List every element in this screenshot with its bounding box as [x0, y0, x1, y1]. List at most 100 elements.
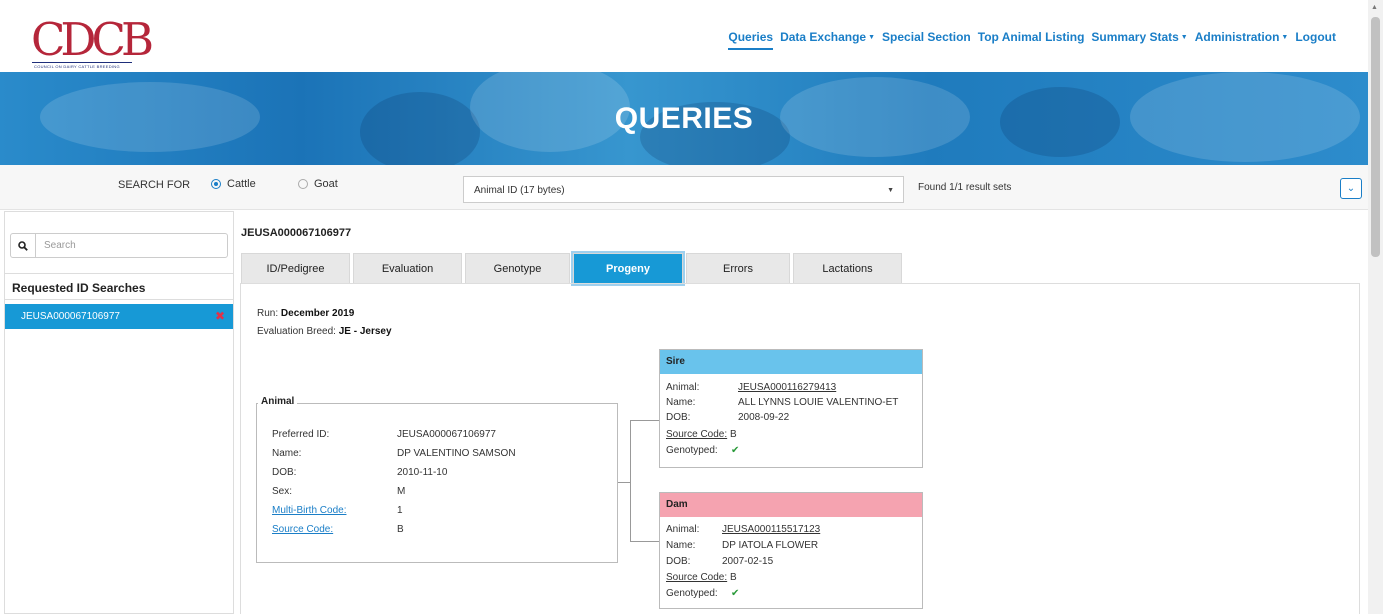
animal-id-heading: JEUSA000067106977	[241, 227, 352, 239]
tab-genotype[interactable]: Genotype	[465, 253, 570, 284]
check-icon: ✔	[731, 445, 740, 456]
id-type-value: Animal ID (17 bytes)	[474, 185, 565, 196]
tab-label: Genotype	[493, 263, 542, 275]
close-icon[interactable]: ✖	[215, 309, 225, 323]
scroll-up-icon[interactable]: ▲	[1371, 4, 1378, 11]
source-code-link[interactable]: Source Code:	[272, 524, 333, 535]
nav-administration[interactable]: Administration ▼	[1195, 30, 1289, 50]
sire-header: Sire	[660, 350, 922, 374]
dam-dob: 2007-02-15	[722, 556, 774, 567]
tab-progeny[interactable]: Progeny	[573, 253, 683, 284]
run-value: December 2019	[280, 308, 355, 319]
search-placeholder: Search	[44, 240, 76, 251]
animal-legend: Animal	[258, 396, 298, 407]
nav-queries-label: Queries	[728, 30, 774, 44]
nav-logout[interactable]: Logout	[1295, 30, 1336, 50]
field-value: DP VALENTINO SAMSON	[397, 448, 516, 459]
radio-goat[interactable]: Goat	[298, 178, 338, 190]
caret-down-icon: ▼	[868, 34, 876, 41]
breed-label: Evaluation Breed:	[257, 326, 336, 337]
pedigree-connector	[630, 420, 631, 542]
run-label: Run:	[257, 308, 279, 319]
nav-logout-label: Logout	[1295, 30, 1336, 44]
nav-top-animal-listing[interactable]: Top Animal Listing	[978, 30, 1085, 50]
pedigree-connector	[618, 482, 630, 483]
animal-panel	[256, 403, 618, 563]
id-type-select[interactable]: Animal ID (17 bytes) ▼	[463, 176, 904, 203]
tab-label: Progeny	[605, 263, 650, 275]
requested-search-label: JEUSA000067106977	[21, 311, 120, 322]
field-label: Animal:	[666, 382, 700, 393]
result-count: Found 1/1 result sets	[918, 182, 1012, 193]
main-nav: Queries Data Exchange ▼ Special Section T…	[728, 30, 1336, 50]
nav-administration-label: Administration	[1194, 30, 1280, 44]
field-label: DOB:	[272, 467, 297, 478]
dam-header: Dam	[660, 493, 922, 517]
nav-summary-stats-label: Summary Stats	[1091, 30, 1179, 44]
page-banner: QUERIES	[0, 72, 1368, 165]
nav-top-animal-listing-label: Top Animal Listing	[977, 30, 1085, 44]
tab-label: ID/Pedigree	[266, 263, 325, 275]
logo-text: CDCB	[31, 13, 154, 66]
nav-summary-stats[interactable]: Summary Stats ▼	[1091, 30, 1187, 50]
check-icon: ✔	[731, 588, 740, 599]
breed-info: Evaluation Breed: JE - Jersey	[257, 326, 392, 337]
field-value: JEUSA000067106977	[397, 429, 496, 440]
radio-selected-icon	[211, 179, 221, 189]
caret-down-icon: ▼	[887, 187, 894, 194]
pedigree-connector	[630, 420, 659, 421]
nav-data-exchange[interactable]: Data Exchange ▼	[780, 30, 875, 50]
tab-evaluation[interactable]: Evaluation	[353, 253, 462, 284]
chevron-down-icon: ⌄	[1346, 183, 1356, 194]
scrollbar-thumb[interactable]	[1371, 17, 1380, 257]
search-for-label: SEARCH FOR	[118, 179, 191, 191]
page-title: QUERIES	[614, 102, 754, 135]
sire-name: ALL LYNNS LOUIE VALENTINO-ET	[738, 397, 899, 408]
collapse-button[interactable]: ⌄	[1340, 178, 1362, 199]
field-label: Preferred ID:	[272, 429, 330, 440]
field-label: Genotyped:	[666, 588, 718, 599]
page-scrollbar[interactable]: ▲	[1368, 0, 1383, 614]
nav-special-section-label: Special Section	[882, 30, 971, 44]
field-label: Animal:	[666, 524, 700, 535]
sire-id-link[interactable]: JEUSA000116279413	[738, 382, 836, 393]
field-label: Name:	[666, 397, 696, 408]
field-label: DOB:	[666, 412, 691, 423]
sire-dob: 2008-09-22	[738, 412, 790, 423]
nav-queries[interactable]: Queries	[728, 30, 774, 50]
field-value: B	[397, 524, 404, 535]
source-code-link[interactable]: Source Code:	[666, 429, 727, 440]
source-code-link[interactable]: Source Code:	[666, 572, 727, 583]
multi-birth-code-link[interactable]: Multi-Birth Code:	[272, 505, 346, 516]
nav-special-section[interactable]: Special Section	[882, 30, 971, 50]
logo-subtitle: COUNCIL ON DAIRY CATTLE BREEDING	[34, 64, 120, 69]
tab-label: Errors	[723, 263, 753, 275]
radio-goat-label: Goat	[314, 178, 338, 190]
dam-source-code: B	[730, 572, 737, 583]
tab-errors[interactable]: Errors	[686, 253, 790, 284]
pedigree-connector	[630, 541, 659, 542]
run-info: Run: December 2019	[257, 308, 354, 319]
field-label: Sex:	[272, 486, 293, 497]
cdcb-logo[interactable]: CDCB COUNCIL ON DAIRY CATTLE BREEDING	[4, 10, 164, 69]
breed-value: JE - Jersey	[338, 326, 392, 337]
tab-lactations[interactable]: Lactations	[793, 253, 902, 284]
field-value: 2010-11-10	[397, 467, 448, 478]
search-input[interactable]: Search	[10, 233, 228, 258]
sire-card: Sire Animal: JEUSA000116279413 Name: ALL…	[659, 349, 923, 468]
field-value: M	[397, 486, 406, 497]
dam-id-link[interactable]: JEUSA000115517123	[722, 524, 820, 535]
requested-searches-header: Requested ID Searches	[5, 273, 233, 300]
dam-card: Dam Animal: JEUSA000115517123 Name: DP I…	[659, 492, 923, 609]
tab-bar: ID/Pedigree Evaluation Genotype Progeny …	[241, 253, 902, 284]
logo-underline	[32, 62, 132, 63]
field-value: 1	[397, 505, 403, 516]
sidebar: Search Requested ID Searches JEUSA000067…	[4, 211, 234, 614]
tab-id-pedigree[interactable]: ID/Pedigree	[241, 253, 350, 284]
dam-name: DP IATOLA FLOWER	[722, 540, 819, 551]
caret-down-icon: ▼	[1180, 34, 1188, 41]
radio-unselected-icon	[298, 179, 308, 189]
radio-cattle[interactable]: Cattle	[211, 178, 256, 190]
field-label: DOB:	[666, 556, 691, 567]
requested-search-item[interactable]: JEUSA000067106977 ✖	[5, 304, 233, 329]
